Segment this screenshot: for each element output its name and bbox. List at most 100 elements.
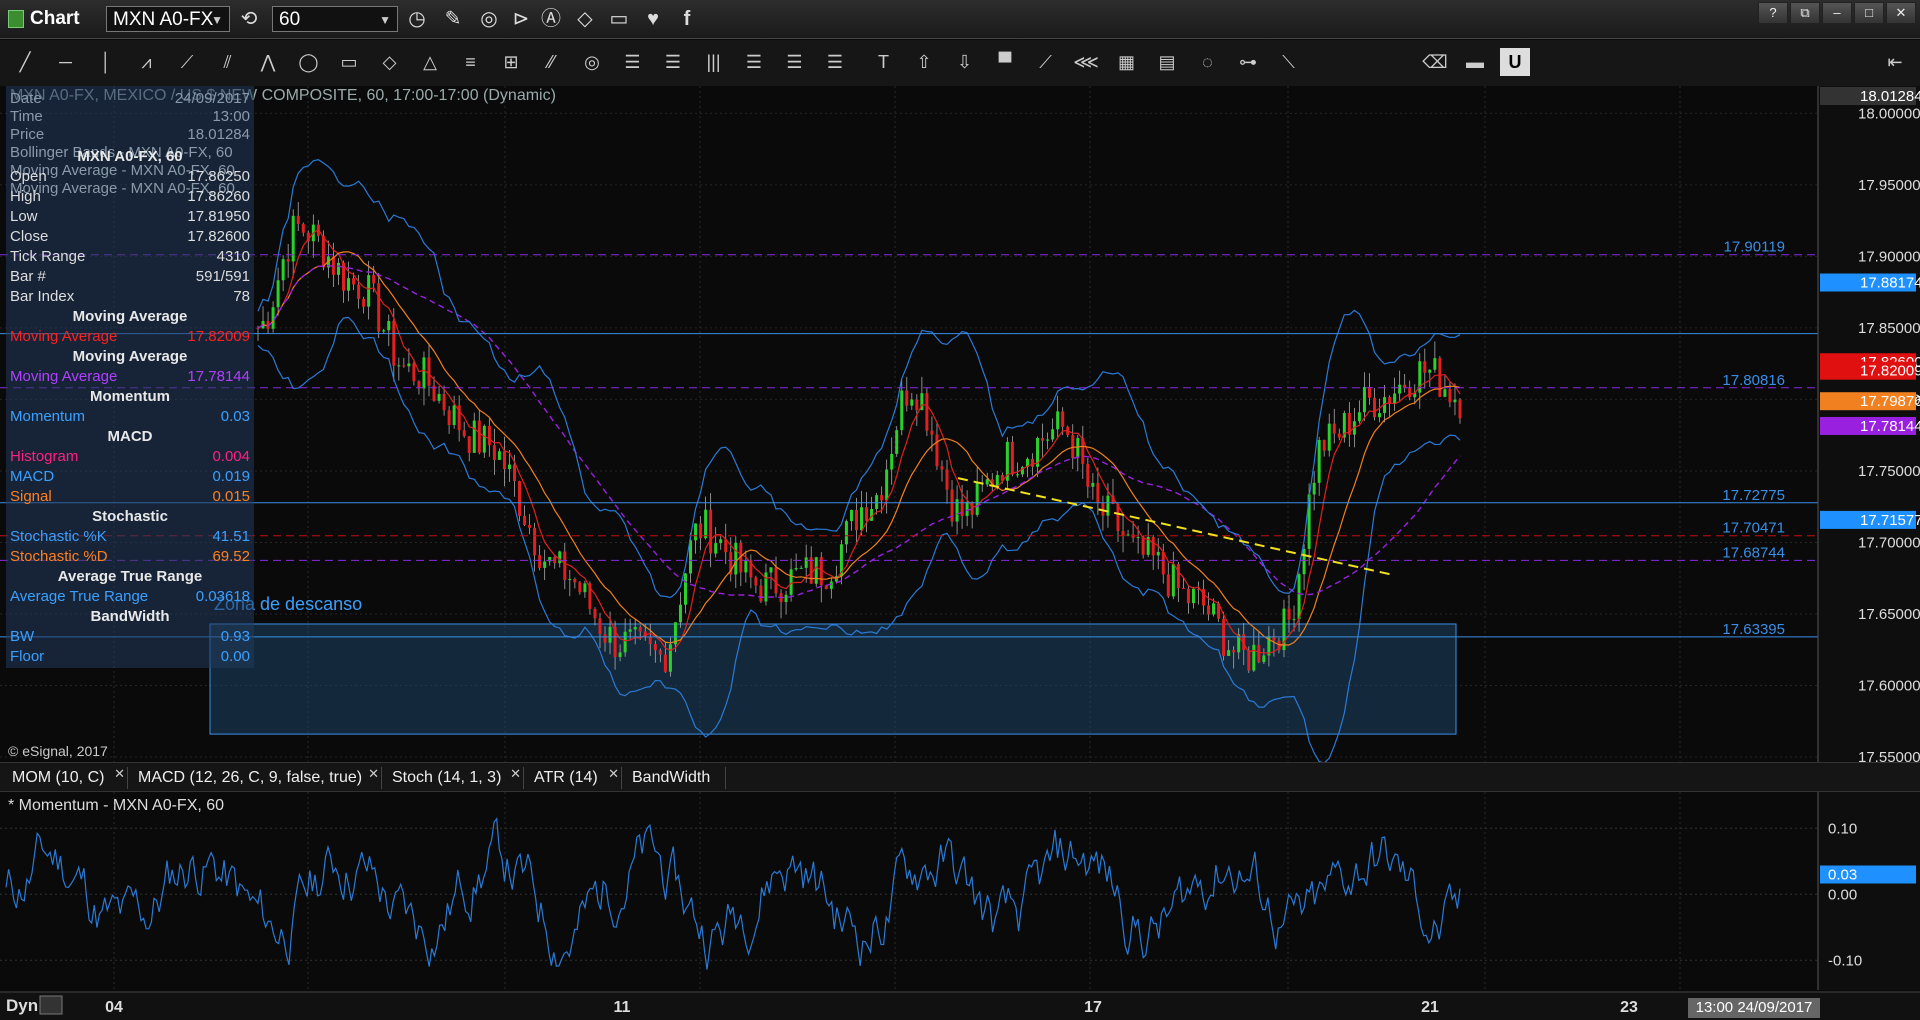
candle-body bbox=[372, 275, 376, 284]
text-icon[interactable]: T bbox=[869, 48, 899, 76]
candle-body bbox=[427, 357, 431, 386]
help-button[interactable]: ? bbox=[1758, 2, 1788, 24]
fan-icon[interactable]: ⋘ bbox=[1071, 48, 1101, 76]
facebook-icon[interactable]: f bbox=[674, 6, 700, 32]
candle-body bbox=[281, 259, 285, 281]
diamond-icon[interactable]: ◇ bbox=[375, 48, 405, 76]
twitter-icon[interactable]: ♥ bbox=[640, 6, 666, 32]
data-label: Low bbox=[10, 208, 38, 225]
candle-body bbox=[1161, 551, 1165, 575]
candle-body bbox=[402, 365, 406, 367]
close-icon[interactable]: ✕ bbox=[510, 763, 521, 785]
section-header: Stochastic bbox=[8, 508, 252, 526]
tag-icon[interactable]: ◇ bbox=[572, 6, 598, 32]
study-tab[interactable]: MACD (12, 26, C, 9, false, true) ✕ bbox=[132, 766, 382, 789]
vertical-line-icon[interactable]: │ bbox=[91, 48, 121, 76]
chart-settings-icon[interactable] bbox=[39, 995, 63, 1015]
candle-body bbox=[352, 278, 356, 285]
overlay-value: 18.01284 bbox=[187, 126, 250, 143]
indicator-label: Floor bbox=[10, 648, 45, 665]
arrow-down-icon[interactable]: ⇩ bbox=[950, 48, 980, 76]
arrow-up-icon[interactable]: ⇧ bbox=[909, 48, 939, 76]
regression-icon[interactable]: ⟍ bbox=[1274, 48, 1304, 76]
study-tab[interactable]: ATR (14) ✕ bbox=[528, 766, 622, 789]
study-tab[interactable]: BandWidth bbox=[626, 767, 726, 789]
indicator-row: Stochastic %K 41.51 bbox=[8, 528, 252, 546]
levels-icon[interactable]: ☰ bbox=[820, 48, 850, 76]
candle-body bbox=[694, 523, 698, 541]
candle-body bbox=[563, 551, 567, 580]
maximize-button[interactable]: □ bbox=[1854, 2, 1884, 24]
fib-ext-icon[interactable]: ☰ bbox=[658, 48, 688, 76]
vertical-lines-icon[interactable]: ||| bbox=[699, 48, 729, 76]
candle-body bbox=[1171, 564, 1175, 597]
dynamic-mode-label[interactable]: Dyn bbox=[6, 996, 38, 1016]
indicator-label: Stochastic %D bbox=[10, 548, 108, 565]
mob-icon[interactable]: ▤ bbox=[1152, 48, 1182, 76]
target-icon[interactable]: ◎ bbox=[577, 48, 607, 76]
data-label: High bbox=[10, 188, 41, 205]
candle-body bbox=[377, 283, 381, 332]
close-icon[interactable]: ✕ bbox=[114, 763, 125, 785]
arc-icon[interactable]: ☰ bbox=[780, 48, 810, 76]
grid-icon[interactable]: ▦ bbox=[1112, 48, 1142, 76]
horizontal-line-icon[interactable]: ─ bbox=[51, 48, 81, 76]
chart-area[interactable]: 17.90119 17.80816 17.72775 17.70471 17.68744… bbox=[0, 86, 1920, 1020]
momentum-tick-label: -0.10 bbox=[1828, 952, 1862, 969]
price-badge-label: 17.78144 bbox=[1860, 418, 1920, 435]
speed-icon[interactable]: ⟋ bbox=[1031, 48, 1061, 76]
channel-icon[interactable]: ≡ bbox=[456, 48, 486, 76]
indicator-label: Momentum bbox=[10, 408, 86, 425]
candle-body bbox=[387, 321, 391, 331]
zigzag-icon[interactable]: ⩘ bbox=[132, 48, 162, 76]
close-button[interactable]: ✕ bbox=[1886, 2, 1916, 24]
close-icon[interactable]: ✕ bbox=[368, 763, 379, 785]
study-tab[interactable]: MOM (10, C) ✕ bbox=[6, 766, 128, 789]
bar-icon[interactable]: ▀ bbox=[990, 48, 1020, 76]
chart-icon[interactable]: ◎ bbox=[476, 6, 502, 32]
app-logo bbox=[8, 10, 24, 28]
line-icon[interactable]: ╱ bbox=[10, 48, 40, 76]
comment-icon[interactable]: ▭ bbox=[606, 6, 632, 32]
pencil-icon[interactable]: ✎ bbox=[440, 6, 466, 32]
ellipse-icon[interactable]: ◯ bbox=[294, 48, 324, 76]
candle-body bbox=[296, 215, 300, 224]
study-tab-label: ATR (14) bbox=[534, 769, 598, 786]
clock-icon[interactable]: ◷ bbox=[404, 6, 430, 32]
play-icon[interactable]: ⊳ bbox=[508, 6, 534, 32]
section-title: Momentum bbox=[90, 388, 170, 405]
fib-retracement-icon[interactable]: ☰ bbox=[618, 48, 648, 76]
parallel-icon[interactable]: ⁄⁄ bbox=[537, 48, 567, 76]
time-axis-label: 21 bbox=[1421, 999, 1439, 1016]
magnet-icon[interactable]: U bbox=[1500, 48, 1530, 76]
section-title: Moving Average bbox=[72, 348, 188, 365]
gann-icon[interactable]: ⋀ bbox=[253, 48, 283, 76]
chevron-down-icon[interactable]: ▼ bbox=[211, 7, 223, 33]
interval-input[interactable]: 60 ▼ bbox=[272, 6, 398, 32]
triangle-icon[interactable]: △ bbox=[415, 48, 445, 76]
ellipse-tool-icon[interactable]: ◌ bbox=[1193, 48, 1223, 76]
study-tab[interactable]: Stoch (14, 1, 3) ✕ bbox=[386, 766, 524, 789]
alert-icon[interactable]: Ⓐ bbox=[538, 6, 564, 32]
collapse-panel-icon[interactable]: ⇤ bbox=[1880, 48, 1910, 76]
pti-icon[interactable]: ⊶ bbox=[1233, 48, 1263, 76]
rectangle-icon[interactable]: ▭ bbox=[334, 48, 364, 76]
link-icon[interactable]: ⟲ bbox=[236, 6, 262, 32]
cycle-icon[interactable]: ⊞ bbox=[496, 48, 526, 76]
pitchfork-icon[interactable]: ⫽ bbox=[213, 48, 243, 76]
annotate-icon[interactable]: ▬ bbox=[1460, 48, 1490, 76]
fib-fan-icon[interactable]: ⟋ bbox=[172, 48, 202, 76]
candle-body bbox=[633, 627, 637, 630]
fib-time-icon[interactable]: ☰ bbox=[739, 48, 769, 76]
restore-button[interactable]: ⧉ bbox=[1790, 2, 1820, 24]
candle-body bbox=[1076, 438, 1080, 458]
indicator-label: Moving Average bbox=[10, 328, 118, 345]
eraser-icon[interactable]: ⌫ bbox=[1420, 48, 1450, 76]
candle-body bbox=[1101, 502, 1105, 516]
indicator-label: Average True Range bbox=[10, 588, 149, 605]
indicator-row: MACD 0.019 bbox=[8, 468, 252, 486]
close-icon[interactable]: ✕ bbox=[608, 763, 619, 785]
symbol-input[interactable]: MXN A0-FX ▼ bbox=[106, 6, 230, 32]
chevron-down-icon[interactable]: ▼ bbox=[379, 7, 391, 33]
minimize-button[interactable]: – bbox=[1822, 2, 1852, 24]
